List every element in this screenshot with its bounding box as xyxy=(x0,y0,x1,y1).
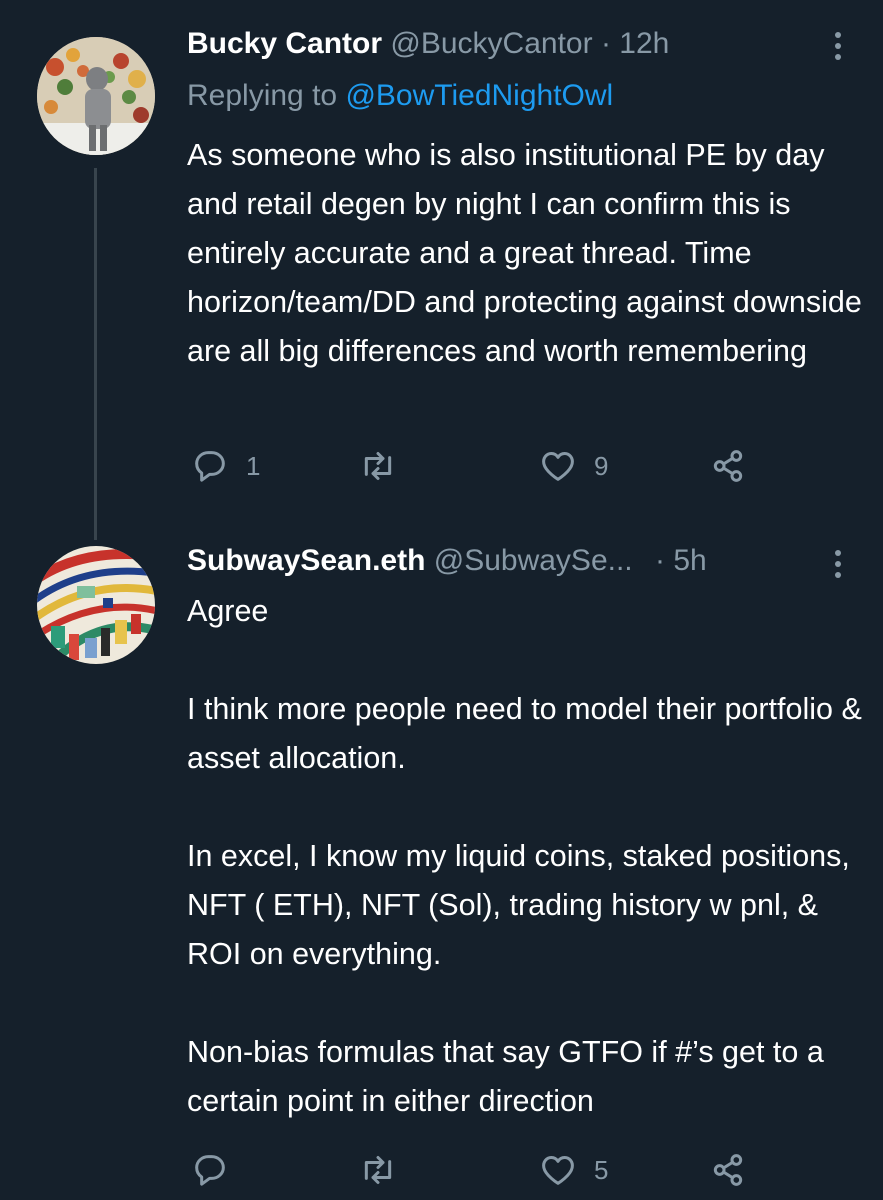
share-icon xyxy=(713,450,743,482)
more-vertical-icon[interactable] xyxy=(833,550,843,578)
reply-button[interactable] xyxy=(190,1148,246,1192)
tweet-text-paragraph: I think more people need to model their … xyxy=(187,692,862,775)
heart-icon xyxy=(542,1156,574,1185)
user-handle[interactable]: @BuckyCantor xyxy=(390,27,592,60)
share-icon xyxy=(713,1154,743,1186)
tweet-actions: 5 xyxy=(190,1148,760,1192)
user-handle[interactable]: @SubwaySe... xyxy=(434,544,633,577)
retweet-icon xyxy=(364,452,392,480)
retweet-button[interactable] xyxy=(358,444,414,488)
reply-icon xyxy=(195,451,225,482)
mention-link[interactable]: @BowTiedNightOwl xyxy=(345,79,613,112)
heart-icon xyxy=(542,452,574,481)
like-count: 5 xyxy=(594,1154,609,1185)
share-button[interactable] xyxy=(708,444,748,488)
avatar[interactable] xyxy=(37,546,155,664)
tweet-bucky-cantor[interactable]: Bucky Cantor @BuckyCantor · 12h Replying… xyxy=(0,0,883,540)
thread-line xyxy=(94,168,97,540)
replying-to-label: Replying to xyxy=(187,79,346,112)
avatar-painting-image xyxy=(37,37,155,155)
display-name[interactable]: SubwaySean.eth xyxy=(187,544,425,577)
separator-dot: · xyxy=(654,544,665,577)
avatar[interactable] xyxy=(37,37,155,155)
replying-to: Replying to @BowTiedNightOwl xyxy=(187,76,613,116)
tweet-text-paragraph: Non-bias formulas that say GTFO if #’s g… xyxy=(187,1035,824,1118)
like-count: 9 xyxy=(594,450,609,481)
like-button[interactable]: 9 xyxy=(538,444,608,488)
separator-dot: · xyxy=(600,27,611,60)
reply-button[interactable]: 1 xyxy=(190,444,260,488)
display-name[interactable]: Bucky Cantor xyxy=(187,27,382,60)
timestamp[interactable]: 12h xyxy=(619,27,669,60)
retweet-icon xyxy=(364,1156,392,1184)
tweet-header: SubwaySean.eth @SubwaySe... · 5h xyxy=(187,541,813,581)
tweet-text: As someone who is also institutional PE … xyxy=(187,131,863,376)
tweet-subwaysean[interactable]: SubwaySean.eth @SubwaySe... · 5h Agree I… xyxy=(0,540,883,1200)
timestamp[interactable]: 5h xyxy=(673,544,706,577)
reply-icon xyxy=(195,1155,225,1186)
reply-count: 1 xyxy=(246,450,261,481)
avatar-abstract-art-image xyxy=(37,546,155,664)
tweet-text-paragraph: As someone who is also institutional PE … xyxy=(187,138,862,368)
tweet-actions: 1 9 xyxy=(190,444,760,488)
tweet-text: Agree I think more people need to model … xyxy=(187,587,863,1126)
tweet-header: Bucky Cantor @BuckyCantor · 12h xyxy=(187,24,813,64)
like-button[interactable]: 5 xyxy=(538,1148,608,1192)
share-button[interactable] xyxy=(708,1148,748,1192)
tweet-text-paragraph: Agree xyxy=(187,594,269,628)
tweet-text-paragraph: In excel, I know my liquid coins, staked… xyxy=(187,839,850,971)
more-vertical-icon[interactable] xyxy=(833,32,843,60)
retweet-button[interactable] xyxy=(358,1148,414,1192)
